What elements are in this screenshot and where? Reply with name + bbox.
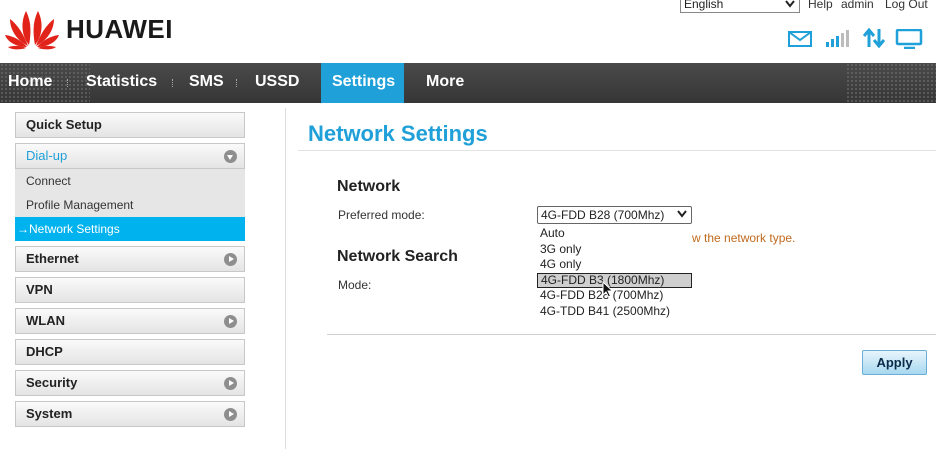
sidebar-item-wlan[interactable]: WLAN: [15, 308, 245, 334]
apply-button[interactable]: Apply: [862, 350, 927, 375]
sidebar-divider: [285, 108, 286, 449]
chevron-down-circle-icon: [224, 150, 237, 163]
mail-icon[interactable]: [788, 31, 812, 47]
dropdown-option-4g-only[interactable]: 4G only: [537, 257, 692, 273]
sidebar-item-security[interactable]: Security: [15, 370, 245, 396]
brand-name: HUAWEI: [66, 13, 173, 44]
sidebar-subitem-profile-management[interactable]: Profile Management: [15, 193, 245, 217]
sidebar-item-ethernet[interactable]: Ethernet: [15, 246, 245, 272]
nav-separator: [236, 79, 238, 87]
main-nav: Home Statistics SMS USSD Settings More: [0, 63, 936, 103]
arrow-right-icon: →: [17, 222, 29, 236]
nav-separator: [67, 79, 69, 87]
preferred-mode-dropdown: Auto 3G only 4G only 4G-FDD B3 (1800Mhz)…: [537, 226, 692, 319]
data-transfer-icon: [863, 28, 885, 48]
logout-link[interactable]: Log Out: [885, 0, 928, 11]
preferred-mode-value: 4G-FDD B28 (700Mhz): [541, 208, 665, 222]
sidebar-item-label: WLAN: [26, 313, 65, 328]
sidebar-item-dialup[interactable]: Dial-up: [15, 143, 245, 169]
settings-sidebar: Quick Setup Dial-up Connect Profile Mana…: [15, 112, 245, 432]
sidebar-subitem-connect[interactable]: Connect: [15, 169, 245, 193]
huawei-flower-icon: [5, 11, 59, 50]
chevron-right-circle-icon: [224, 377, 237, 390]
chevron-right-circle-icon: [224, 408, 237, 421]
admin-link[interactable]: admin: [841, 0, 874, 11]
chevron-right-circle-icon: [224, 253, 237, 266]
dropdown-option-auto[interactable]: Auto: [537, 226, 692, 242]
network-section-title: Network: [337, 178, 401, 195]
sidebar-item-dhcp[interactable]: DHCP: [15, 339, 245, 365]
nav-ussd[interactable]: USSD: [245, 63, 309, 103]
sidebar-item-label: Network Settings: [29, 222, 120, 236]
signal-icon: [826, 30, 849, 47]
nav-home[interactable]: Home: [0, 63, 62, 103]
sidebar-item-vpn[interactable]: VPN: [15, 277, 245, 303]
dropdown-option-3g-only[interactable]: 3G only: [537, 242, 692, 258]
sidebar-item-label: Ethernet: [26, 251, 79, 266]
mouse-cursor-icon: [602, 281, 614, 298]
nav-statistics[interactable]: Statistics: [76, 63, 167, 103]
content-divider: [327, 334, 936, 335]
huawei-logo: HUAWEI: [4, 7, 173, 51]
dialup-submenu: Connect Profile Management →Network Sett…: [15, 169, 245, 241]
page-title: Network Settings: [308, 121, 488, 146]
header: HUAWEI English Help admin Log Out: [0, 0, 936, 63]
title-divider: [298, 150, 936, 151]
monitor-icon[interactable]: [895, 29, 925, 49]
nav-pattern-right: [846, 63, 936, 103]
chevron-down-icon: [785, 0, 795, 8]
dropdown-option-4g-fdd-b28[interactable]: 4G-FDD B28 (700Mhz): [537, 288, 692, 304]
dropdown-option-4g-fdd-b3[interactable]: 4G-FDD B3 (1800Mhz): [537, 272, 692, 288]
nav-sms[interactable]: SMS: [179, 63, 234, 103]
sidebar-item-quick-setup[interactable]: Quick Setup: [15, 112, 245, 138]
mode-label: Mode:: [338, 278, 372, 292]
nav-more[interactable]: More: [416, 63, 474, 103]
preferred-mode-label: Preferred mode:: [338, 208, 425, 222]
language-select[interactable]: English: [680, 0, 800, 13]
preferred-mode-select[interactable]: 4G-FDD B28 (700Mhz): [537, 206, 692, 224]
sidebar-item-label: Dial-up: [26, 148, 68, 163]
sidebar-item-label: Security: [26, 375, 78, 390]
nav-settings[interactable]: Settings: [321, 63, 404, 103]
sidebar-item-label: System: [26, 406, 73, 421]
language-value: English: [684, 0, 724, 11]
network-type-hint: w the network type.: [692, 231, 796, 245]
help-link[interactable]: Help: [808, 0, 833, 11]
dropdown-option-4g-tdd-b41[interactable]: 4G-TDD B41 (2500Mhz): [537, 304, 692, 320]
sidebar-subitem-network-settings[interactable]: →Network Settings: [15, 217, 245, 241]
chevron-down-icon: [677, 210, 687, 218]
chevron-right-circle-icon: [224, 315, 237, 328]
network-search-section-title: Network Search: [337, 248, 458, 265]
sidebar-item-system[interactable]: System: [15, 401, 245, 427]
nav-separator: [172, 79, 174, 87]
